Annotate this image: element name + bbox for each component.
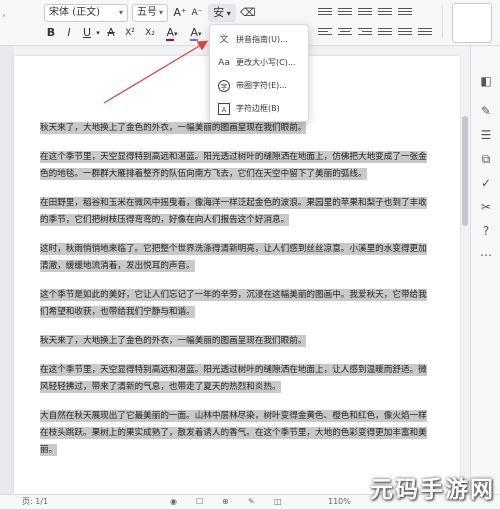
style-icon[interactable]: ⧉ [477, 150, 495, 168]
superscript-button[interactable]: X² [122, 24, 138, 42]
tools-icon[interactable]: ✂ [477, 198, 495, 216]
focus-icon[interactable]: ◫ [274, 495, 282, 509]
settings-sliders-icon[interactable]: ☰ [477, 126, 495, 144]
pinyin-icon: 文 [219, 35, 229, 45]
help-icon[interactable]: ? [477, 222, 495, 240]
right-sidebar: ◧ ✎ ☰ ⧉ ✓ ✂ ? ⋯ [470, 46, 500, 494]
web-layout-icon[interactable]: ⊕ [222, 495, 229, 509]
phonetic-guide-label: 安 [213, 6, 225, 19]
font-name-value: 宋体 (正文) [49, 7, 100, 18]
view-mode-icon[interactable]: ◉ [170, 495, 177, 509]
menu-item-label: 更改大小写(C)... [236, 58, 296, 67]
align-left-icon[interactable] [318, 28, 332, 40]
font-size-value: 五号 [137, 7, 157, 18]
sidebar-toggle-icon[interactable]: ◧ [477, 72, 495, 90]
chevron-down-icon: ▾ [198, 30, 202, 38]
document-body[interactable]: 秋天来了，大地换上了金色的外衣，一幅美丽的图画呈现在我们眼前。 在这个季节里，天… [40, 120, 435, 471]
sort-icon[interactable] [398, 8, 412, 20]
menu-item-pinyin-guide[interactable]: 文 拼音指南(U)... [210, 29, 308, 51]
more-icon[interactable]: ⋯ [477, 246, 495, 264]
menu-item-label: 带圈字符(E)... [236, 81, 287, 90]
paragraph[interactable]: 秋天来了，大地换上了金色的外衣，一幅美丽的图画呈现在我们眼前。 [40, 333, 435, 350]
italic-button[interactable]: I [62, 24, 76, 42]
menu-item-label: 拼音指南(U)... [236, 35, 288, 44]
strikethrough-button[interactable]: A [104, 24, 118, 42]
underline-button[interactable]: U [80, 24, 94, 42]
paragraph[interactable]: 在这个季节里，天空显得特别高远和湛蓝。阳光透过树叶的缝隙洒在地面上，仿佛把大地变… [40, 149, 435, 183]
paragraph-text: 大自然在秋天展现出了它最美丽的一面。山林中层林尽染，树叶变得金黄色、橙色和红色，… [40, 410, 427, 456]
increase-indent-icon[interactable] [378, 8, 392, 20]
paragraph-text: 在这个季节里，天空显得特别高远和湛蓝。阳光透过树叶的缝隙洒在地面上，让人感到温暖… [40, 364, 427, 393]
paragraph[interactable]: 这个季节是如此的美好，它让人们忘记了一年的辛劳，沉浸在这幅美丽的图画中。我爱秋天… [40, 287, 435, 321]
font-size-select[interactable]: 五号 ▾ [132, 4, 168, 22]
align-right-icon[interactable] [358, 28, 372, 40]
paragraph-text: 在田野里，稻谷和玉米在微风中摇曳着，像海洋一样泛起金色的波浪。果园里的苹果和梨子… [40, 197, 427, 226]
justify-icon[interactable] [378, 28, 392, 40]
line-spacing-icon[interactable] [398, 28, 412, 40]
chevron-down-icon: ▾ [158, 8, 163, 17]
vertical-scrollbar[interactable] [461, 56, 469, 494]
paragraph-text: 秋天来了，大地换上了金色的外衣，一幅美丽的图画呈现在我们眼前。 [40, 335, 307, 347]
font-color-label: A [166, 26, 174, 41]
menu-item-char-border[interactable]: A 字符边框(B) [210, 98, 308, 120]
paragraph-text: 秋天来了，大地换上了金色的外衣，一幅美丽的图画呈现在我们眼前。 [40, 122, 307, 134]
highlight-button[interactable]: A▾ [186, 24, 206, 42]
paragraph[interactable]: 在田野里，稻谷和玉米在微风中摇曳着，像海洋一样泛起金色的波浪。果园里的苹果和梨子… [40, 195, 435, 229]
change-case-icon: Aa [218, 58, 230, 68]
chevron-down-icon: ▾ [224, 9, 231, 18]
paragraph-text: 在这个季节里，天空显得特别高远和湛蓝。阳光透过树叶的缝隙洒在地面上，仿佛把大地变… [40, 151, 427, 180]
menu-item-enclosed-char[interactable]: 字 带圈字符(E)... [210, 75, 308, 97]
phonetic-guide-button[interactable]: 安 ▾ [208, 4, 236, 22]
watermark-logo: 元码手游网 [366, 470, 496, 506]
bullet-list-icon[interactable] [318, 8, 332, 20]
chevron-down-icon: ▾ [118, 8, 123, 17]
page-indicator[interactable]: 页: 1/1 [22, 495, 48, 509]
font-color-button[interactable]: A▾ [162, 24, 182, 42]
paragraph-text: 这个季节是如此的美好，它让人们忘记了一年的辛劳，沉浸在这幅美丽的图画中。我爱秋天… [40, 289, 427, 318]
scrollbar-thumb[interactable] [462, 116, 468, 226]
zoom-level[interactable]: 110% [328, 495, 351, 509]
menu-item-change-case[interactable]: Aa 更改大小写(C)... [210, 52, 308, 74]
ribbon-left-edge: , [2, 6, 6, 19]
navigation-icon[interactable]: ✎ [477, 102, 495, 120]
bold-button[interactable]: B [44, 24, 58, 42]
subscript-button[interactable]: X₂ [142, 24, 158, 42]
highlight-label: A [190, 26, 198, 41]
enclosed-char-icon: 字 [218, 80, 230, 92]
phonetic-dropdown-menu: 文 拼音指南(U)... Aa 更改大小写(C)... 字 带圈字符(E)...… [209, 24, 309, 122]
decrease-indent-icon[interactable] [358, 8, 372, 20]
paragraph[interactable]: 这时，秋雨悄悄地来临了。它把整个世界洗涤得清新明亮，让人们感到丝丝凉意。小溪里的… [40, 241, 435, 275]
paragraph[interactable]: 大自然在秋天展现出了它最美丽的一面。山林中层林尽染，树叶变得金黄色、橙色和红色，… [40, 408, 435, 459]
ribbon-separator [442, 6, 443, 38]
left-margin-strip [0, 46, 14, 494]
font-name-select[interactable]: 宋体 (正文) ▾ [44, 4, 128, 22]
paragraph[interactable]: 在这个季节里，天空显得特别高远和湛蓝。阳光透过树叶的缝隙洒在地面上，让人感到温暖… [40, 362, 435, 396]
grow-font-button[interactable]: A⁺ [173, 4, 187, 22]
align-center-icon[interactable] [338, 28, 352, 40]
eraser-icon[interactable]: ⌫ [240, 4, 256, 22]
shading-icon[interactable] [418, 28, 432, 40]
char-border-icon: A [218, 103, 230, 115]
paragraph-text: 这时，秋雨悄悄地来临了。它把整个世界洗涤得清新明亮，让人们感到丝丝凉意。小溪里的… [40, 243, 427, 272]
styles-gallery[interactable] [452, 3, 492, 43]
paragraph[interactable]: 秋天来了，大地换上了金色的外衣，一幅美丽的图画呈现在我们眼前。 [40, 120, 435, 137]
watermark-text: 元码手游网 [370, 477, 495, 503]
outline-icon[interactable]: ✎ [248, 495, 255, 509]
chevron-down-icon[interactable]: ▾ [94, 24, 102, 42]
chevron-down-icon: ▾ [174, 30, 178, 38]
read-mode-icon[interactable]: ☐ [196, 495, 203, 509]
menu-item-label: 字符边框(B) [236, 104, 280, 113]
numbered-list-icon[interactable] [338, 8, 352, 20]
review-icon[interactable]: ✓ [477, 174, 495, 192]
shrink-font-button[interactable]: A⁻ [190, 4, 204, 22]
